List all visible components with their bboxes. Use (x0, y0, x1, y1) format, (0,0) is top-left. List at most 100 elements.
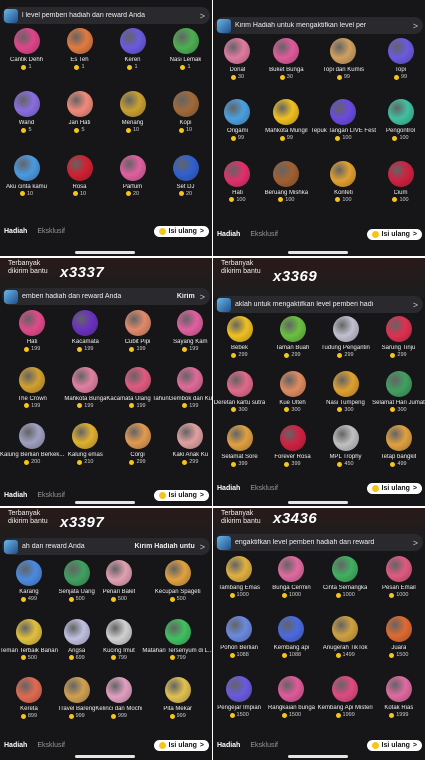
tab-eksklusif[interactable]: Eksklusif (37, 742, 65, 749)
chevron-right-icon[interactable]: > (195, 542, 210, 552)
gift-item[interactable]: Pengejar Impian 1500 (213, 676, 265, 736)
tab-hadiah[interactable]: Hadiah (217, 742, 240, 749)
gift-item[interactable]: Kereta 899 (0, 677, 58, 736)
gift-item[interactable]: Kopi 10 (159, 91, 212, 154)
gift-item[interactable]: Anugerah TikTok 1499 (318, 616, 373, 676)
chevron-right-icon[interactable]: > (408, 538, 423, 548)
tab-hadiah[interactable]: Hadiah (4, 492, 27, 499)
gift-item[interactable]: Kue Ulteh 300 (266, 370, 319, 426)
gift-item[interactable]: Tambang Emas 1000 (213, 556, 265, 616)
gift-item[interactable]: Mahkota Mungil 99 (262, 99, 311, 160)
gifter-level-banner[interactable]: aklah untuk mengaktifkan level pemberi h… (215, 296, 423, 313)
gift-item[interactable]: Kucing Imut 799 (95, 618, 142, 678)
gifter-level-banner[interactable]: l level pemberi hadiah dan reward Anda > (2, 7, 210, 24)
tab-hadiah[interactable]: Hadiah (4, 742, 27, 749)
gift-item[interactable]: Selamat Hari Jumat 300 (372, 370, 425, 426)
tab-eksklusif[interactable]: Eksklusif (37, 228, 65, 235)
gift-item[interactable]: Pengontrol 100 (376, 99, 425, 160)
gift-item[interactable]: Mahkota Bunga 199 (64, 366, 106, 424)
tab-hadiah[interactable]: Hadiah (217, 231, 240, 238)
gift-item[interactable]: Kaki Anak Ku 299 (169, 423, 212, 480)
gift-item[interactable]: Pita Mekar 999 (142, 677, 212, 736)
gift-item[interactable]: Beruang Mishka 100 (262, 160, 311, 222)
gift-item[interactable]: Hati 199 (0, 310, 64, 367)
gift-item[interactable]: Set DJ 20 (159, 154, 212, 218)
gift-item[interactable]: Nasi Tumpeng 300 (319, 370, 372, 426)
gift-item[interactable]: Nasi Lemak 1 (159, 28, 212, 91)
gift-item[interactable]: Cium 100 (376, 160, 425, 222)
gift-item[interactable]: Hati 100 (213, 160, 262, 222)
gift-item[interactable]: Aku cinta kamu 10 (0, 154, 53, 218)
gift-item[interactable]: Wand 5 (0, 91, 53, 154)
gift-item[interactable]: Jari Hati 5 (53, 91, 106, 154)
gift-item[interactable]: Kecupan Spageti 500 (142, 560, 212, 619)
gift-item[interactable]: Penari Balet 500 (95, 560, 142, 619)
recharge-button[interactable]: Isi ulang > (153, 225, 209, 237)
gift-item[interactable]: Kelinci dan Mochi 999 (95, 677, 142, 736)
recharge-button[interactable]: Isi ulang > (153, 489, 209, 501)
gift-item[interactable]: Juara 1500 (373, 616, 425, 676)
gift-item[interactable]: Selamat Sore 399 (213, 425, 266, 480)
gift-item[interactable]: Matahari Tersenyum di L... 799 (142, 618, 212, 678)
send-gift-button[interactable]: Kirim (177, 293, 195, 300)
tab-eksklusif[interactable]: Eksklusif (250, 742, 278, 749)
gift-item[interactable]: Kembang api 1088 (265, 616, 317, 676)
gift-item[interactable]: The Crown 199 (0, 366, 64, 424)
gift-item[interactable]: Kalung Berlian Berkek... 200 (0, 423, 64, 480)
gift-item[interactable]: Cubit Pipi 199 (106, 310, 168, 367)
gift-item[interactable]: Travel Bareng 999 (58, 677, 95, 736)
gifter-level-banner[interactable]: ah dan reward Anda Kirim Hadiah untu > (2, 538, 210, 555)
chevron-right-icon[interactable]: > (195, 292, 210, 302)
gift-item[interactable]: Karang 499 (0, 560, 58, 619)
gift-item[interactable]: Senjata Uang 500 (58, 560, 95, 619)
gift-item[interactable]: MPL Trophy 450 (319, 425, 372, 480)
tab-hadiah[interactable]: Hadiah (217, 485, 240, 492)
gift-item[interactable]: Kembang Api Misteri 1999 (318, 676, 373, 736)
gift-item[interactable]: Pesan Email 1000 (373, 556, 425, 616)
gift-item[interactable]: Sayang Kam 199 (169, 310, 212, 367)
gift-item[interactable]: Parfum 20 (106, 154, 159, 218)
gift-item[interactable]: Topi 99 (376, 38, 425, 99)
gift-item[interactable]: Angsa 699 (58, 618, 95, 678)
gifter-level-banner[interactable]: Kirim Hadiah untuk mengaktifkan level pe… (215, 17, 423, 34)
recharge-button[interactable]: Isi ulang > (366, 739, 422, 751)
gift-item[interactable]: Tepuk Tangan LIVE Fest 100 (311, 99, 376, 160)
gift-item[interactable]: Donat 30 (213, 38, 262, 99)
gift-item[interactable]: Tudung Pengantin 299 (319, 316, 372, 371)
gift-item[interactable]: Menang 10 (106, 91, 159, 154)
tab-eksklusif[interactable]: Eksklusif (250, 231, 278, 238)
gift-item[interactable]: Forever Rosa 399 (266, 425, 319, 480)
gift-item[interactable]: Pohon Berlian 1088 (213, 616, 265, 676)
gift-item[interactable]: Cinta Semangka 1000 (318, 556, 373, 616)
tab-eksklusif[interactable]: Eksklusif (250, 485, 278, 492)
recharge-button[interactable]: Isi ulang > (153, 739, 209, 751)
gift-item[interactable]: Tetap bangkit 499 (372, 425, 425, 480)
gifter-level-banner[interactable]: engaktifkan level pemberi hadiah dan rew… (215, 534, 423, 551)
tab-eksklusif[interactable]: Eksklusif (37, 492, 65, 499)
gift-item[interactable]: Es Teh 1 (53, 28, 106, 91)
gift-item[interactable]: Rangkaian bunga 1500 (265, 676, 317, 736)
gift-item[interactable]: Gembok dan Ku 199 (169, 366, 212, 424)
gift-item[interactable]: Buket Bunga 30 (262, 38, 311, 99)
chevron-right-icon[interactable]: > (195, 11, 210, 21)
gift-item[interactable]: Bunga Cermin 1000 (265, 556, 317, 616)
gift-item[interactable]: Kalung emas 210 (64, 423, 106, 480)
gift-item[interactable]: Rosa 10 (53, 154, 106, 218)
gift-item[interactable]: Kotak Rias 1999 (373, 676, 425, 736)
gift-item[interactable]: Kacamata 199 (64, 310, 106, 367)
chevron-right-icon[interactable]: > (408, 21, 423, 31)
gift-item[interactable]: Teman Terbaik Barian 500 (0, 618, 58, 678)
gift-item[interactable]: Keren 1 (106, 28, 159, 91)
gift-item[interactable]: Cantik Dehh 1 (0, 28, 53, 91)
recharge-button[interactable]: Isi ulang > (366, 228, 422, 240)
gift-item[interactable]: Konfeti 100 (311, 160, 376, 222)
gift-item[interactable]: Origami 99 (213, 99, 262, 160)
recharge-button[interactable]: Isi ulang > (366, 482, 422, 494)
tab-hadiah[interactable]: Hadiah (4, 228, 27, 235)
chevron-right-icon[interactable]: > (408, 300, 423, 310)
gift-item[interactable]: Corgi 299 (106, 423, 168, 480)
gift-item[interactable]: Bebek 299 (213, 316, 266, 371)
gift-item[interactable]: Kacamata Ulang Tahun 199 (106, 366, 169, 424)
gift-item[interactable]: Topi dan Kumis 99 (311, 38, 376, 99)
gift-item[interactable]: Sarung Tinju 299 (372, 316, 425, 371)
